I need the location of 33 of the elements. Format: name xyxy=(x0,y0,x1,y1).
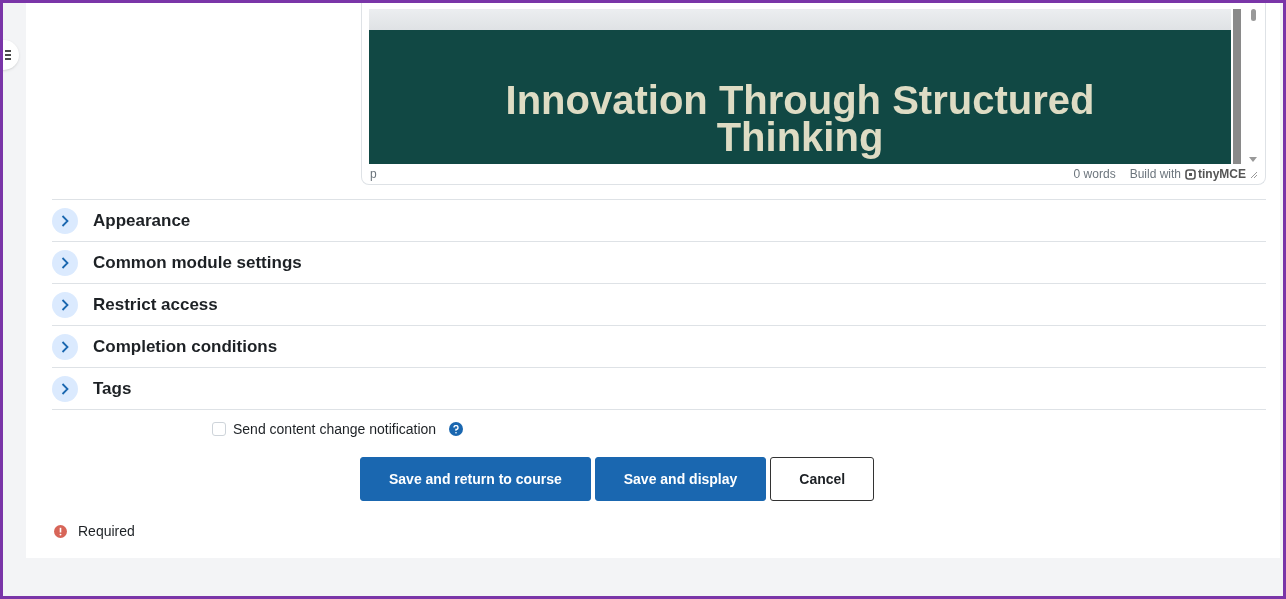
section-title[interactable]: Tags xyxy=(93,375,132,402)
chevron-icon xyxy=(61,214,69,227)
word-count[interactable]: 0 words xyxy=(1073,165,1116,183)
menu-icon xyxy=(5,50,11,60)
chevron-icon xyxy=(61,382,69,395)
chevron-icon xyxy=(61,340,69,353)
save-button[interactable]: Save and display xyxy=(594,457,767,501)
tinymce-logo-icon xyxy=(1185,168,1196,180)
chevron-icon xyxy=(61,256,69,269)
section-title[interactable]: Appearance xyxy=(93,207,191,234)
expand-button[interactable] xyxy=(52,207,78,234)
help-icon[interactable] xyxy=(449,422,464,436)
expand-button[interactable] xyxy=(52,291,78,318)
cancel-button[interactable]: Cancel xyxy=(770,457,875,501)
element-path[interactable]: p xyxy=(370,165,377,183)
scroll-thumb xyxy=(1250,9,1256,21)
required-note: Required xyxy=(78,522,135,541)
branding-text: Build with xyxy=(1129,166,1181,183)
slide-title: Innovation Through Structured Thinking xyxy=(504,82,1096,158)
brand-name[interactable]: tinyMCE xyxy=(1198,165,1246,183)
resize-handle-icon xyxy=(1250,170,1257,178)
section-title[interactable]: Common module settings xyxy=(93,249,302,276)
chevron-icon xyxy=(61,298,69,311)
checkbox[interactable] xyxy=(212,422,226,436)
expand-button[interactable] xyxy=(52,249,78,276)
section-title[interactable]: Restrict access xyxy=(93,291,218,318)
save-button[interactable]: Save and return to course xyxy=(360,457,591,501)
expand-button[interactable] xyxy=(52,375,78,402)
section-title[interactable]: Completion conditions xyxy=(93,333,278,360)
required-icon xyxy=(54,525,67,538)
scroll-down-icon xyxy=(1249,157,1257,162)
expand-button[interactable] xyxy=(52,333,78,360)
checkbox-label[interactable]: Send content change notification xyxy=(233,418,437,440)
